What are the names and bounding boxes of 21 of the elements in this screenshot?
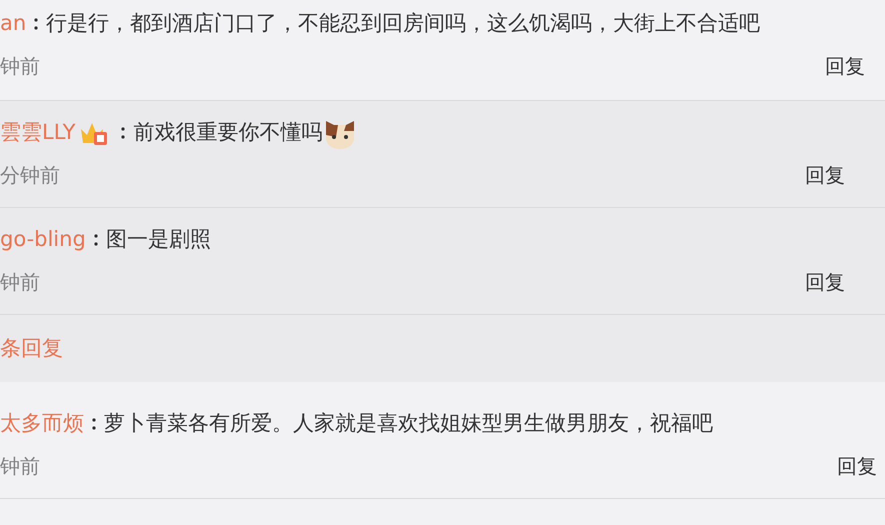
more-replies-link[interactable]: 条回复 — [0, 332, 63, 364]
username-link[interactable]: 太多而烦 — [0, 408, 84, 440]
colon-separator-icon — [121, 126, 126, 140]
username-link[interactable]: 雲雲LLY — [0, 117, 76, 149]
colon-separator-icon — [94, 233, 98, 247]
comment-text: 萝卜青菜各有所爱。人家就是喜欢找姐妹型男生做男朋友，祝福吧 — [104, 410, 713, 438]
timestamp: 钟前 — [0, 453, 40, 480]
comment-text: 图一是剧照 — [106, 226, 211, 254]
timestamp: 分钟前 — [0, 162, 60, 189]
username-link[interactable]: an — [0, 8, 26, 40]
timestamp: 钟前 — [0, 269, 40, 296]
colon-separator-icon — [92, 417, 96, 431]
colon-separator-icon — [34, 17, 38, 31]
reply-button[interactable]: 回复 — [825, 51, 865, 81]
comment-text: 前戏很重要你不懂吗 — [133, 119, 322, 146]
reply-button[interactable]: 回复 — [805, 267, 845, 297]
username-link[interactable]: go-bling — [0, 224, 86, 256]
comment-text: 行是行，都到酒店门口了，不能忍到回房间吗，这么饥渴吗，大街上不合适吧 — [46, 10, 760, 38]
reply-button[interactable]: 回复 — [837, 451, 877, 481]
timestamp: 钟前 — [0, 53, 40, 80]
reply-button[interactable]: 回复 — [805, 160, 845, 190]
